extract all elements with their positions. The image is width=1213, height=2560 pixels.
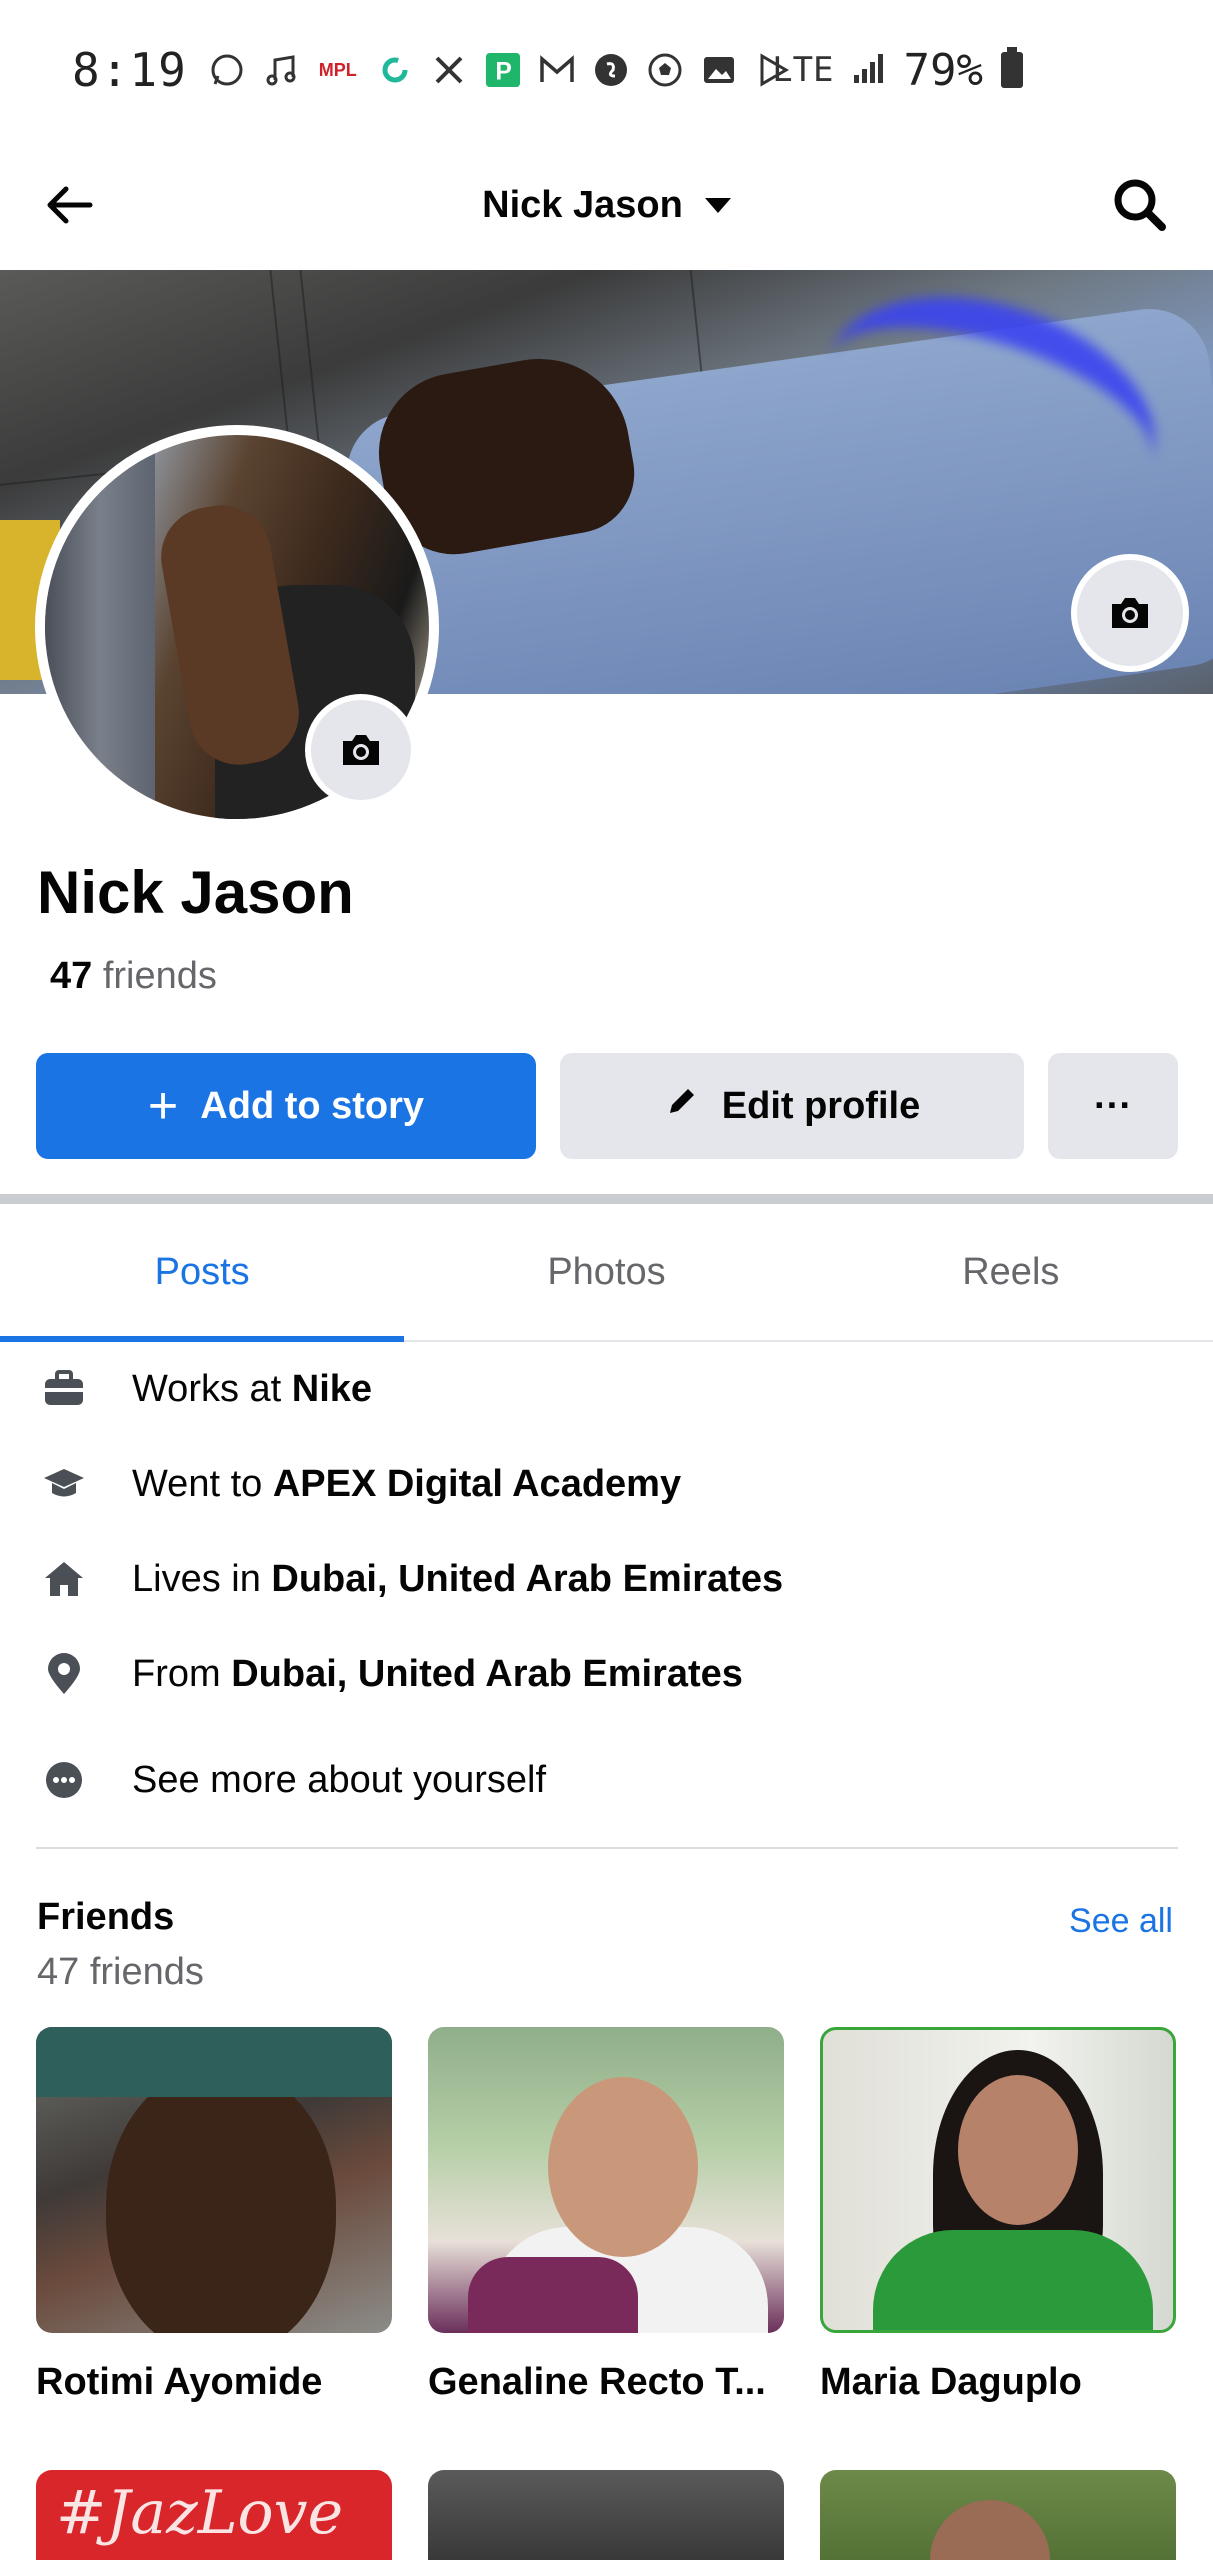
profile-actions: + Add to story Edit profile ··· xyxy=(36,1053,1178,1159)
soccer-icon xyxy=(647,52,683,88)
friend-name: Genaline Recto T... xyxy=(428,2361,766,2403)
more-dots-icon xyxy=(40,1756,88,1804)
location-pin-icon xyxy=(40,1650,88,1698)
intro-work-text: Works at Nike xyxy=(132,1367,373,1410)
friend-count-number: 47 xyxy=(50,955,93,997)
notification-icons: MPL P xyxy=(209,52,791,88)
edit-avatar-camera-icon[interactable] xyxy=(305,694,417,806)
plus-icon: + xyxy=(147,1077,179,1135)
gallery-icon xyxy=(701,52,737,88)
tab-reels[interactable]: Reels xyxy=(809,1204,1213,1340)
more-options-button[interactable]: ··· xyxy=(1048,1053,1178,1159)
friends-section-title: Friends xyxy=(37,1896,175,1938)
friend-photo-text: #JazLove xyxy=(56,2478,344,2548)
shazam-icon xyxy=(593,52,629,88)
friends-section-count: 47 friends xyxy=(37,1951,204,1993)
friend-photo-face xyxy=(958,2075,1078,2225)
caret-down-icon xyxy=(704,197,731,213)
friend-photo xyxy=(820,2027,1176,2333)
intro-from-text: From Dubai, United Arab Emirates xyxy=(132,1652,743,1695)
status-bar: 8:19 MPL P LTE 79% xyxy=(0,0,1213,140)
svg-text:P: P xyxy=(495,58,511,85)
friend-count[interactable]: 47 friends xyxy=(50,955,217,998)
friend-photo-headscarf xyxy=(36,2027,392,2097)
edit-profile-button[interactable]: Edit profile xyxy=(560,1053,1024,1159)
friend-photo-shirt xyxy=(873,2230,1153,2330)
signal-icon xyxy=(852,51,886,90)
friend-photo xyxy=(428,2027,784,2333)
battery-percent: 79% xyxy=(903,44,983,96)
mpl-icon: MPL xyxy=(318,59,357,80)
friend-card-partial[interactable]: #JazLove xyxy=(36,2470,392,2560)
pencil-icon xyxy=(664,1083,700,1129)
profile-header: Nick Jason xyxy=(0,140,1213,270)
p-app-icon: P xyxy=(485,52,521,88)
profile-tabs: Posts Photos Reels xyxy=(0,1204,1213,1342)
status-time: 8:19 xyxy=(72,43,187,97)
intro-work[interactable]: Works at Nike xyxy=(0,1342,1213,1436)
friend-name: Rotimi Ayomide xyxy=(36,2361,323,2403)
intro-lives-in-text: Lives in Dubai, United Arab Emirates xyxy=(132,1557,784,1600)
tab-photos[interactable]: Photos xyxy=(404,1204,808,1340)
friend-count-label: friends xyxy=(102,955,217,997)
friend-photo-face xyxy=(106,2067,336,2333)
intro-divider xyxy=(36,1847,1178,1849)
friend-photo-face xyxy=(548,2077,698,2257)
friend-card[interactable]: Genaline Recto T... xyxy=(428,2027,784,2404)
friend-photo-face xyxy=(930,2500,1050,2560)
see-more-about-yourself[interactable]: See more about yourself xyxy=(0,1733,1213,1827)
see-more-text: See more about yourself xyxy=(132,1758,547,1801)
intro-from[interactable]: From Dubai, United Arab Emirates xyxy=(0,1627,1213,1721)
friend-photo-sign xyxy=(468,2257,638,2333)
header-title: Nick Jason xyxy=(482,183,683,226)
tab-posts[interactable]: Posts xyxy=(0,1204,405,1342)
avatar-arm xyxy=(153,497,307,773)
network-type: LTE xyxy=(772,50,834,90)
profile-switcher[interactable]: Nick Jason xyxy=(482,184,731,227)
friend-card[interactable]: Maria Daguplo xyxy=(820,2027,1176,2404)
add-to-story-label: Add to story xyxy=(200,1084,425,1127)
friend-card-partial[interactable] xyxy=(428,2470,784,2560)
briefcase-icon xyxy=(40,1365,88,1413)
edit-profile-label: Edit profile xyxy=(721,1084,921,1127)
intro-education[interactable]: Went to APEX Digital Academy xyxy=(0,1437,1213,1531)
friend-card[interactable]: Rotimi Ayomide xyxy=(36,2027,392,2404)
music-icon xyxy=(263,52,299,88)
search-icon[interactable] xyxy=(1107,172,1173,238)
status-right: LTE 79% xyxy=(772,0,1023,140)
more-dots-icon: ··· xyxy=(1094,1084,1132,1127)
battery-icon xyxy=(1001,47,1023,88)
friend-card-partial[interactable] xyxy=(820,2470,1176,2560)
add-to-story-button[interactable]: + Add to story xyxy=(36,1053,536,1159)
friend-name: Maria Daguplo xyxy=(820,2361,1082,2403)
back-arrow-icon[interactable] xyxy=(40,175,100,235)
x-icon xyxy=(431,52,467,88)
graduation-cap-icon xyxy=(40,1460,88,1508)
whatsapp-icon xyxy=(209,52,245,88)
intro-education-text: Went to APEX Digital Academy xyxy=(132,1462,682,1505)
gmail-icon xyxy=(539,52,575,88)
friend-photo xyxy=(36,2027,392,2333)
home-icon xyxy=(40,1555,88,1603)
intro-lives-in[interactable]: Lives in Dubai, United Arab Emirates xyxy=(0,1532,1213,1626)
edit-cover-camera-icon[interactable] xyxy=(1071,554,1189,672)
profile-name: Nick Jason xyxy=(37,859,354,926)
avatar-curtain xyxy=(45,435,155,819)
circle-app-icon xyxy=(377,52,413,88)
see-all-friends-link[interactable]: See all xyxy=(1069,1902,1173,1941)
section-divider xyxy=(0,1194,1213,1204)
